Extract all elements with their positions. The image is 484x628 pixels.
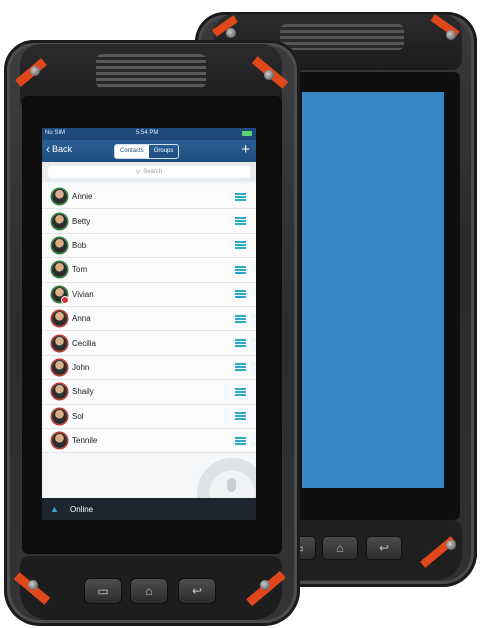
screw-icon: [264, 70, 274, 80]
hamburger-icon[interactable]: [235, 241, 246, 250]
carrier-label: No SIM: [45, 130, 66, 136]
list-item[interactable]: Annie: [42, 185, 256, 210]
contact-name: Cecilia: [72, 338, 97, 348]
front-speaker-grill: [96, 54, 206, 88]
avatar: [52, 384, 67, 400]
status-dot-icon: [61, 295, 69, 304]
hamburger-icon[interactable]: [235, 363, 246, 372]
screw-icon: [446, 30, 456, 40]
rear-home-button[interactable]: ⌂: [322, 536, 358, 560]
home-icon: ⌂: [145, 584, 153, 598]
back-label: Back: [52, 144, 73, 154]
status-footer: ▲ Online: [42, 498, 256, 520]
list-item[interactable]: Tom: [42, 258, 256, 283]
rear-screen: [302, 92, 444, 488]
contact-name: John: [72, 362, 90, 372]
hamburger-icon[interactable]: [235, 192, 246, 201]
list-item[interactable]: Shaily: [42, 380, 256, 405]
tab-contacts[interactable]: Contacts: [115, 145, 149, 158]
front-home-button[interactable]: ⌂: [130, 578, 168, 604]
hamburger-icon[interactable]: [235, 412, 246, 421]
rear-back-button[interactable]: ↩: [366, 536, 402, 560]
screw-icon: [226, 28, 236, 38]
hamburger-icon[interactable]: [235, 265, 246, 274]
back-arrow-icon: ↩: [191, 584, 203, 598]
list-item[interactable]: John: [42, 355, 256, 381]
contact-name: Anna: [72, 314, 91, 324]
avatar: [52, 237, 67, 253]
screw-icon: [28, 580, 38, 590]
contact-name: Shaily: [72, 387, 94, 397]
clock: 5:54 PM: [136, 130, 159, 136]
avatar: [52, 286, 69, 304]
hamburger-icon[interactable]: [235, 290, 246, 299]
hamburger-icon[interactable]: [235, 217, 246, 226]
contact-name: Bob: [72, 240, 87, 250]
online-status-label[interactable]: Online: [70, 505, 93, 514]
list-item[interactable]: Tennile: [42, 428, 256, 454]
nav-bar: ‹ Back Contacts Groups +: [42, 140, 256, 162]
list-item[interactable]: Vivian: [42, 282, 256, 307]
contact-name: Sol: [72, 411, 84, 421]
screw-icon: [30, 66, 40, 76]
chevron-left-icon: ‹: [46, 142, 50, 156]
list-item[interactable]: Bob: [42, 233, 256, 259]
avatar: [52, 311, 67, 327]
home-icon: ⌂: [336, 541, 344, 555]
contact-name: Vivian: [72, 289, 94, 299]
tab-groups[interactable]: Groups: [149, 145, 179, 158]
status-bar: No SIM 5:54 PM: [42, 128, 256, 140]
avatar: [52, 408, 67, 424]
plus-icon[interactable]: +: [241, 141, 250, 158]
search-placeholder: Search: [143, 169, 163, 175]
search-bar: ⚲ Search: [42, 162, 256, 182]
search-icon: ⚲: [135, 169, 141, 176]
avatar: [52, 189, 67, 205]
avatar: [52, 433, 67, 449]
list-item[interactable]: Sol: [42, 404, 256, 429]
hamburger-icon[interactable]: [235, 314, 246, 323]
list-item[interactable]: Cecilia: [42, 331, 256, 356]
front-menu-button[interactable]: ▭: [84, 578, 122, 604]
screw-icon: [260, 580, 270, 590]
avatar: [52, 359, 67, 375]
hamburger-icon[interactable]: [235, 436, 246, 445]
contact-name: Tom: [72, 265, 88, 275]
contact-name: Tennile: [72, 436, 98, 446]
avatar: [52, 262, 67, 278]
avatar: [52, 335, 67, 351]
battery-icon: [242, 131, 252, 136]
avatar: [52, 213, 67, 229]
rear-speaker-grill: [280, 24, 404, 50]
back-button[interactable]: ‹ Back: [46, 142, 73, 156]
hamburger-icon[interactable]: [235, 339, 246, 348]
screw-icon: [446, 540, 456, 550]
segmented-control: Contacts Groups: [114, 144, 180, 159]
menu-icon: ▭: [97, 584, 109, 598]
back-arrow-icon: ↩: [378, 541, 390, 555]
search-input[interactable]: ⚲ Search: [48, 166, 250, 178]
list-item[interactable]: Anna: [42, 306, 256, 332]
app-screen: No SIM 5:54 PM ‹ Back Contacts Groups + …: [42, 128, 256, 520]
contact-name: Annie: [72, 192, 93, 202]
contact-name: Betty: [72, 216, 91, 226]
hamburger-icon[interactable]: [235, 387, 246, 396]
front-back-button[interactable]: ↩: [178, 578, 216, 604]
contact-list: Annie Betty Bob Tom Vivian Anna Cecilia John Sha…: [42, 185, 256, 454]
list-item[interactable]: Betty: [42, 209, 256, 234]
person-icon: ▲: [50, 504, 59, 514]
microphone-icon: [227, 478, 236, 492]
